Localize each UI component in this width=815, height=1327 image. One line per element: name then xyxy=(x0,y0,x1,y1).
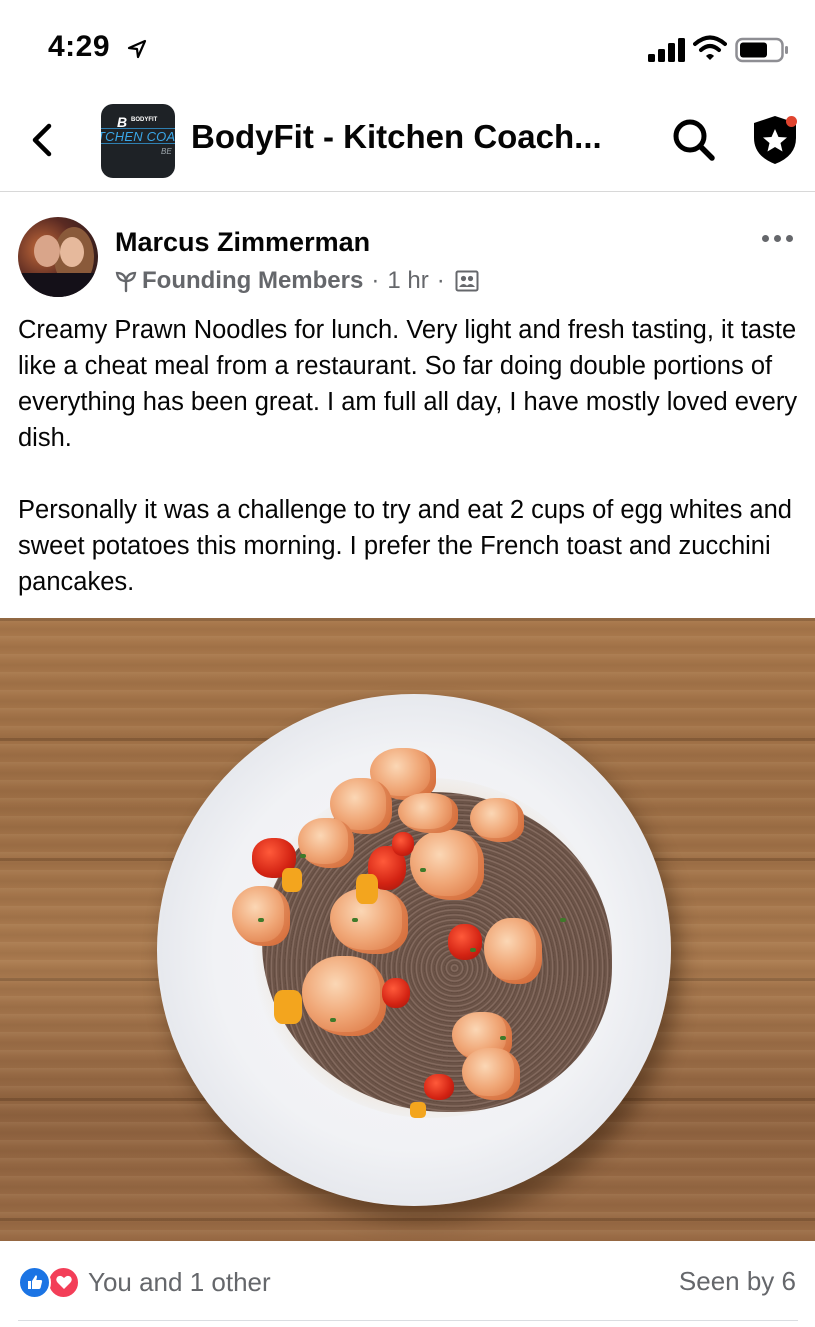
status-time: 4:29 xyxy=(48,30,111,63)
group-header: B BODYFIT TCHEN COAC BE BodyFit - Kitche… xyxy=(0,96,815,192)
post-photo[interactable] xyxy=(0,618,815,1241)
group-avatar-brand-small: BODYFIT xyxy=(131,117,158,123)
back-button[interactable] xyxy=(22,118,62,162)
wifi-icon xyxy=(693,35,727,60)
chevron-left-icon xyxy=(32,123,52,157)
group-title[interactable]: BodyFit - Kitchen Coach... xyxy=(191,118,611,156)
author-avatar[interactable] xyxy=(18,217,98,297)
tomato xyxy=(424,1074,454,1100)
member-badge[interactable]: Founding Members xyxy=(142,267,363,295)
pepper xyxy=(282,868,302,892)
cellular-signal-icon xyxy=(648,38,685,62)
tomato xyxy=(382,978,410,1008)
battery-icon xyxy=(735,37,788,63)
group-avatar[interactable]: B BODYFIT TCHEN COAC BE xyxy=(101,104,175,178)
post-paragraph: Personally it was a challenge to try and… xyxy=(18,496,792,596)
group-avatar-tail: BE xyxy=(161,147,172,156)
love-icon xyxy=(47,1265,80,1299)
like-icon xyxy=(18,1265,51,1299)
status-bar: 4:29 xyxy=(0,0,815,96)
reaction-count-text[interactable]: You and 1 other xyxy=(88,1267,271,1298)
notification-dot xyxy=(786,116,797,127)
meta-separator: · xyxy=(371,267,380,294)
more-options-button[interactable] xyxy=(762,228,802,248)
author-name[interactable]: Marcus Zimmerman xyxy=(115,227,370,258)
pepper xyxy=(410,1102,426,1118)
pepper xyxy=(356,874,378,904)
post-paragraph: Creamy Prawn Noodles for lunch. Very lig… xyxy=(18,316,798,452)
tomato xyxy=(392,832,414,856)
reactions-summary[interactable]: You and 1 other xyxy=(18,1264,271,1300)
divider xyxy=(18,1320,798,1321)
post-time[interactable]: 1 hr xyxy=(387,267,428,295)
sprout-icon xyxy=(115,271,137,293)
group-avatar-line: TCHEN COAC xyxy=(101,129,175,144)
post-meta: Founding Members · 1 hr · xyxy=(114,266,479,296)
seen-by-count[interactable]: Seen by 6 xyxy=(679,1266,796,1297)
post-body: Creamy Prawn Noodles for lunch. Very lig… xyxy=(18,312,803,600)
meta-separator: · xyxy=(436,267,445,294)
search-button[interactable] xyxy=(670,116,718,164)
search-icon xyxy=(673,119,715,161)
members-group-icon xyxy=(455,270,479,292)
location-arrow-icon xyxy=(127,39,147,59)
tomato xyxy=(448,924,482,960)
pepper xyxy=(274,990,302,1024)
